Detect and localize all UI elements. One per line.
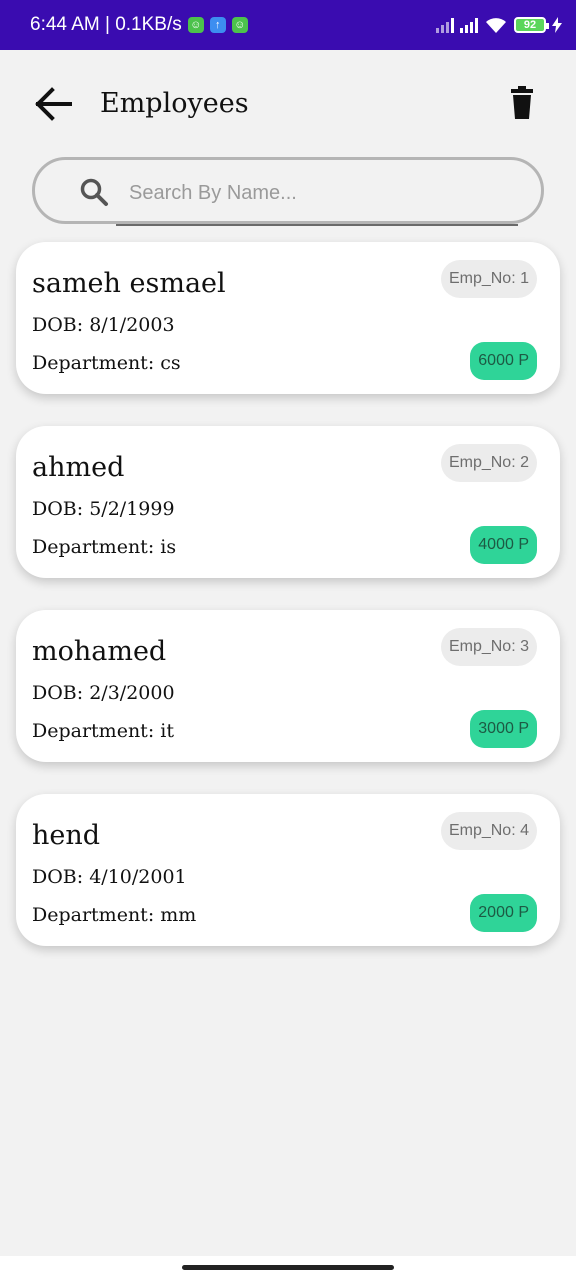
- status-time: 6:44 AM | 0.1KB/s: [30, 14, 182, 35]
- employee-department: Department: mm: [32, 904, 197, 926]
- employee-dob: DOB: 8/1/2003: [32, 314, 175, 336]
- search-underline: [116, 224, 518, 226]
- battery-icon: 92: [514, 17, 549, 33]
- employee-dob: DOB: 4/10/2001: [32, 866, 187, 888]
- charging-icon: [552, 17, 562, 33]
- employee-department: Department: it: [32, 720, 174, 742]
- emp-no-badge: Emp_No: 3: [440, 628, 537, 666]
- trash-icon: [511, 86, 533, 119]
- emp-no-badge: Emp_No: 2: [440, 444, 537, 482]
- emp-no-badge: Emp_No: 4: [440, 812, 537, 850]
- android-notification-icon-2: ☺: [231, 17, 248, 33]
- arrow-back-icon: [35, 87, 72, 121]
- gesture-handle[interactable]: [182, 1265, 394, 1270]
- status-right: 92: [436, 16, 562, 34]
- employee-name: hend: [32, 820, 101, 851]
- employee-card[interactable]: mohamed DOB: 2/3/2000 Department: it Emp…: [16, 610, 560, 762]
- employee-card[interactable]: sameh esmael DOB: 8/1/2003 Department: c…: [16, 242, 560, 394]
- search-box[interactable]: [32, 157, 544, 224]
- upload-notification-icon: ↑: [209, 17, 226, 33]
- employee-department: Department: cs: [32, 352, 181, 374]
- status-bar: 6:44 AM | 0.1KB/s ☺ ↑ ☺ 92: [0, 0, 576, 50]
- salary-badge: 2000 P: [470, 894, 537, 932]
- app-bar: Employees: [0, 50, 576, 160]
- search-input[interactable]: [127, 174, 521, 212]
- page-title: Employees: [100, 88, 249, 119]
- android-notification-icon: ☺: [187, 17, 204, 33]
- salary-badge: 4000 P: [470, 526, 537, 564]
- status-left: 6:44 AM | 0.1KB/s ☺ ↑ ☺: [30, 14, 248, 36]
- delete-button[interactable]: [506, 86, 538, 122]
- employee-dob: DOB: 5/2/1999: [32, 498, 175, 520]
- emp-no-badge: Emp_No: 1: [440, 260, 537, 298]
- employee-card[interactable]: ahmed DOB: 5/2/1999 Department: is Emp_N…: [16, 426, 560, 578]
- signal-icon-2: [460, 17, 478, 33]
- salary-badge: 3000 P: [470, 710, 537, 748]
- employee-department: Department: is: [32, 536, 177, 558]
- search-icon: [80, 178, 108, 206]
- salary-badge: 6000 P: [470, 342, 537, 380]
- employee-name: ahmed: [32, 452, 125, 483]
- back-button[interactable]: [34, 86, 74, 122]
- wifi-icon: [486, 18, 506, 33]
- employee-name: sameh esmael: [32, 268, 226, 299]
- employee-dob: DOB: 2/3/2000: [32, 682, 175, 704]
- employee-name: mohamed: [32, 636, 167, 667]
- employee-card[interactable]: hend DOB: 4/10/2001 Department: mm Emp_N…: [16, 794, 560, 946]
- signal-icon: [436, 17, 454, 33]
- battery-level: 92: [523, 19, 537, 31]
